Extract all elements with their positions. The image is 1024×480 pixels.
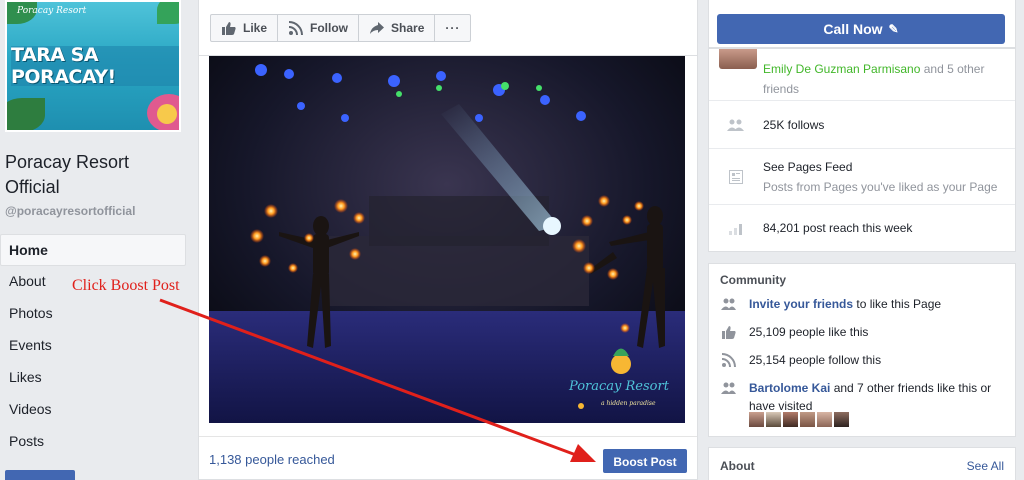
annotation-label: Click Boost Post bbox=[72, 277, 180, 294]
about-card: About See All bbox=[708, 447, 1016, 480]
see-all-link[interactable]: See All bbox=[967, 459, 1004, 473]
share-arrow-icon bbox=[369, 20, 385, 36]
call-now-label: Call Now bbox=[823, 21, 883, 37]
nav-item-events[interactable]: Events bbox=[0, 330, 186, 362]
pages-feed-row[interactable]: See Pages Feed Posts from Pages you've l… bbox=[709, 149, 1015, 205]
cover-banner-text: TARA SA PORACAY! bbox=[11, 44, 116, 88]
nav-item-photos[interactable]: Photos bbox=[0, 298, 186, 330]
rss-icon bbox=[288, 20, 304, 36]
friend-avatar[interactable] bbox=[783, 412, 798, 427]
follows-count: 25K follows bbox=[763, 118, 825, 132]
rss-icon bbox=[721, 352, 737, 368]
about-title: About bbox=[720, 459, 755, 473]
pencil-icon[interactable]: ✎ bbox=[889, 22, 899, 36]
page-cover-photo[interactable]: Poracay Resort TARA SA PORACAY! bbox=[5, 0, 181, 132]
community-card: Community Invite your friends to like th… bbox=[708, 263, 1016, 437]
boost-post-button[interactable]: Boost Post bbox=[603, 449, 687, 473]
invite-friends-link[interactable]: Invite your friends bbox=[749, 297, 853, 311]
nav-item-posts[interactable]: Posts bbox=[0, 426, 186, 458]
friend-name-link[interactable]: Bartolome Kai bbox=[749, 381, 830, 395]
watermark-tagline: a hidden paradise bbox=[601, 400, 656, 407]
pages-feed-title[interactable]: See Pages Feed bbox=[763, 157, 852, 177]
friend-avatars bbox=[749, 412, 849, 427]
post-photo[interactable]: Poracay Resort a hidden paradise bbox=[209, 56, 685, 423]
create-page-button[interactable] bbox=[5, 470, 75, 480]
people-icon bbox=[727, 117, 745, 133]
watermark-brand: Poracay Resort bbox=[568, 379, 670, 394]
post-reach-text: 84,201 post reach this week bbox=[763, 221, 913, 235]
likes-count-text: 25,109 people like this bbox=[749, 325, 869, 339]
people-reached-link[interactable]: 1,138 people reached bbox=[209, 452, 335, 467]
friend-avatar[interactable] bbox=[766, 412, 781, 427]
bar-chart-icon bbox=[727, 221, 745, 237]
share-button[interactable]: Share bbox=[358, 14, 436, 42]
cover-banner: TARA SA PORACAY! bbox=[11, 44, 179, 88]
pages-feed-subtitle: Posts from Pages you've liked as your Pa… bbox=[763, 180, 998, 194]
friends-icon bbox=[721, 380, 737, 396]
call-to-action-card: Call Now ✎ bbox=[708, 0, 1016, 48]
share-label: Share bbox=[391, 21, 425, 35]
nav-item-likes[interactable]: Likes bbox=[0, 362, 186, 394]
cover-brand-text: Poracay Resort bbox=[17, 6, 87, 16]
thumbs-up-icon bbox=[721, 324, 737, 340]
friend-avatar[interactable] bbox=[719, 49, 757, 69]
follow-button[interactable]: Follow bbox=[277, 14, 360, 42]
news-feed-icon bbox=[727, 169, 745, 185]
friend-avatar[interactable] bbox=[749, 412, 764, 427]
friends-like-row: Emily De Guzman Parmisano and 5 other fr… bbox=[709, 49, 1015, 101]
friend-avatar[interactable] bbox=[817, 412, 832, 427]
friend-avatar[interactable] bbox=[834, 412, 849, 427]
more-icon: ··· bbox=[445, 21, 461, 35]
community-title: Community bbox=[720, 273, 786, 287]
page-nav: Home About Photos Events Likes Videos Po… bbox=[0, 234, 186, 458]
like-label: Like bbox=[243, 21, 268, 35]
invite-friends-icon bbox=[721, 296, 737, 312]
friend-avatar[interactable] bbox=[800, 412, 815, 427]
post-card: Poracay Resort a hidden paradise 1,138 p… bbox=[198, 56, 698, 480]
thumbs-up-icon bbox=[221, 20, 237, 36]
post-insights-row: 1,138 people reached Boost Post bbox=[199, 436, 697, 480]
nav-item-home[interactable]: Home bbox=[0, 234, 186, 266]
follows-row: 25K follows bbox=[709, 101, 1015, 149]
page-stats-card: Emily De Guzman Parmisano and 5 other fr… bbox=[708, 48, 1016, 252]
invite-rest-text: to like this Page bbox=[853, 297, 942, 311]
friend-name-link[interactable]: Emily De Guzman Parmisano bbox=[763, 62, 920, 76]
page-handle[interactable]: @poracayresortofficial bbox=[5, 204, 135, 218]
follow-label: Follow bbox=[310, 21, 349, 35]
page-title[interactable]: Poracay Resort Official bbox=[5, 150, 185, 200]
call-now-button[interactable]: Call Now ✎ bbox=[717, 14, 1005, 44]
followers-count-text: 25,154 people follow this bbox=[749, 353, 882, 367]
post-reach-row: 84,201 post reach this week bbox=[709, 205, 1015, 251]
like-button[interactable]: Like bbox=[210, 14, 279, 42]
nav-item-videos[interactable]: Videos bbox=[0, 394, 186, 426]
more-options-button[interactable]: ··· bbox=[434, 14, 472, 42]
friends-like-text: Emily De Guzman Parmisano and 5 other fr… bbox=[763, 59, 1003, 99]
page-action-bar: Like Follow Share ··· bbox=[198, 0, 698, 56]
